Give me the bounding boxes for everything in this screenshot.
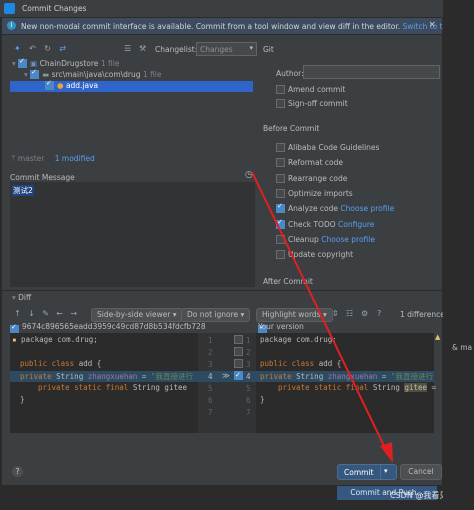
arrow-line [251, 171, 387, 451]
annotation-arrow [251, 171, 393, 463]
arrow-head [380, 442, 393, 463]
